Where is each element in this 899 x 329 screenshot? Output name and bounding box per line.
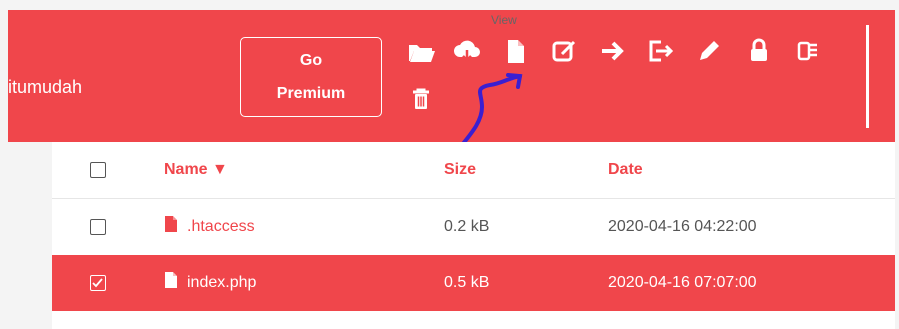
file-size: 0.2 kB	[444, 218, 490, 235]
file-date: 2020-04-16 04:22:00	[608, 218, 757, 235]
folder-open-icon[interactable]	[406, 36, 436, 66]
file-icon	[164, 216, 178, 232]
go-premium-line-1: Go	[299, 52, 323, 69]
file-name-link[interactable]: .htaccess	[164, 199, 255, 255]
file-name: index.php	[187, 274, 257, 291]
toolbar-divider	[866, 25, 869, 128]
file-date: 2020-04-16 07:07:00	[608, 274, 757, 291]
archive-icon[interactable]	[793, 36, 823, 66]
row-checkbox[interactable]	[90, 255, 110, 311]
trash-icon[interactable]	[406, 84, 436, 114]
pencil-icon[interactable]	[694, 36, 724, 66]
view-file-icon[interactable]	[500, 36, 530, 66]
name-column-header[interactable]: Name ▼	[164, 142, 228, 198]
edit-icon[interactable]	[549, 36, 579, 66]
file-icon	[164, 272, 178, 288]
cloud-download-icon[interactable]	[452, 36, 482, 66]
view-tooltip: View	[491, 13, 517, 27]
arrow-right-icon[interactable]	[598, 36, 628, 66]
date-column-header[interactable]: Date	[608, 142, 643, 198]
file-size: 0.5 kB	[444, 274, 490, 291]
table-header-row: Name ▼ Size Date	[52, 142, 895, 198]
file-name-link[interactable]: index.php	[164, 255, 256, 311]
file-name: .htaccess	[187, 218, 255, 235]
size-column-header[interactable]: Size	[444, 142, 476, 198]
table-row[interactable]: .htaccess 0.2 kB 2020-04-16 04:22:00	[52, 198, 895, 255]
sign-out-icon[interactable]	[645, 36, 675, 66]
brand-name: itumudah	[8, 77, 83, 97]
row-checkbox[interactable]	[90, 199, 110, 255]
file-list: Name ▼ Size Date .htaccess 0.2 kB 2020-0…	[52, 142, 895, 329]
table-row-selected[interactable]: index.php 0.5 kB 2020-04-16 07:07:00	[52, 255, 895, 311]
go-premium-line-2: Premium	[276, 85, 346, 102]
go-premium-button[interactable]: Go Premium	[240, 37, 382, 117]
select-all-checkbox[interactable]	[90, 142, 110, 198]
lock-icon[interactable]	[744, 36, 774, 66]
